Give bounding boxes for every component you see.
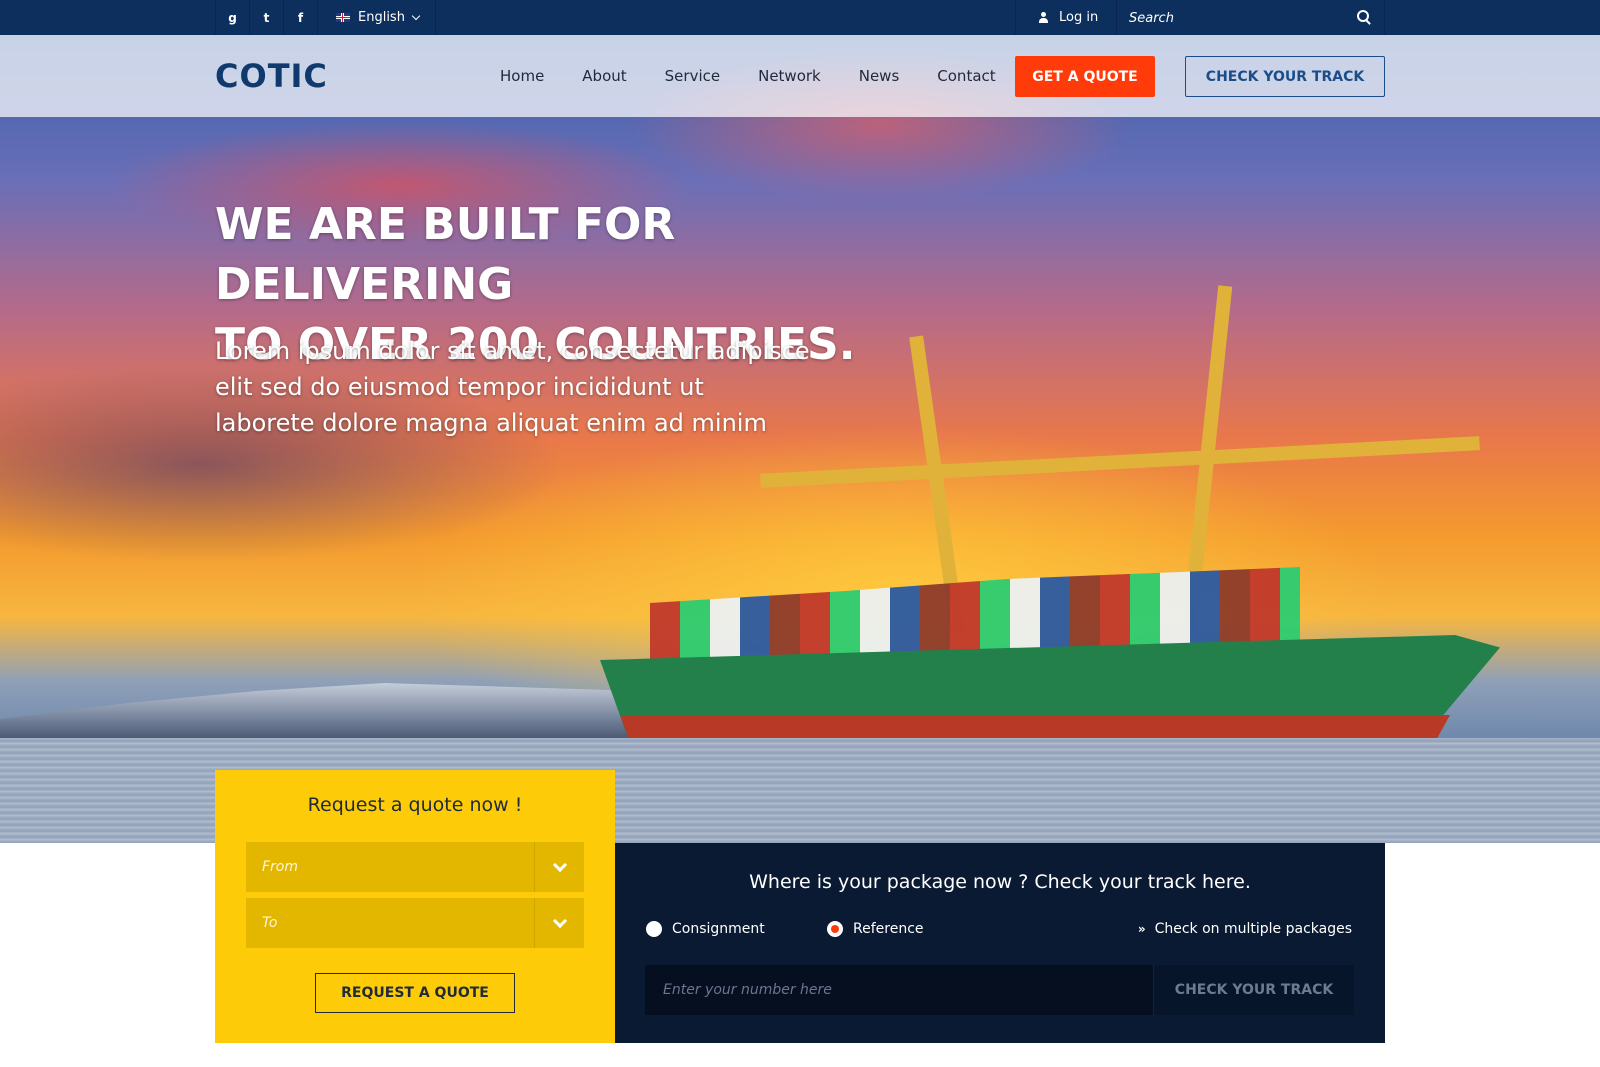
quote-title: Request a quote now ! [307, 794, 523, 816]
get-quote-button[interactable]: GET A QUOTE [1015, 56, 1155, 97]
nav-about[interactable]: About [582, 67, 626, 85]
quote-form: Request a quote now ! From To REQUEST A … [215, 770, 615, 1043]
hero-banner: WE ARE BUILT FOR DELIVERING TO OVER 200 … [0, 35, 1600, 843]
double-chevron-right-icon: » [1137, 922, 1146, 936]
request-quote-button[interactable]: REQUEST A QUOTE [315, 973, 515, 1013]
search-input[interactable] [1129, 8, 1339, 28]
multiple-packages-link[interactable]: » Check on multiple packages [1138, 921, 1352, 937]
nav-network[interactable]: Network [758, 67, 821, 85]
to-select[interactable]: To [246, 898, 584, 948]
track-form: Where is your package now ? Check your t… [615, 843, 1385, 1043]
chevron-down-icon [534, 898, 584, 948]
radio-dot-selected-icon [827, 921, 843, 937]
check-track-submit-button[interactable]: CHECK YOUR TRACK [1153, 965, 1354, 1015]
nav-contact[interactable]: Contact [937, 67, 995, 85]
multiple-packages-label: Check on multiple packages [1154, 921, 1352, 937]
from-placeholder: From [262, 859, 299, 875]
login-label: Log in [1059, 10, 1099, 25]
search-icon[interactable] [1357, 10, 1372, 25]
nav-news[interactable]: News [859, 67, 900, 85]
user-icon [1038, 12, 1049, 23]
social-links: g t f [215, 0, 318, 35]
to-placeholder: To [262, 915, 278, 931]
track-title: Where is your package now ? Check your t… [749, 871, 1251, 893]
hero-text: Lorem ipsum dolor sit amet, consectetur … [215, 333, 815, 441]
language-label: English [358, 10, 405, 25]
twitter-icon[interactable]: t [250, 0, 284, 35]
hero-title-line-1: WE ARE BUILT FOR DELIVERING [215, 199, 676, 310]
check-track-button[interactable]: CHECK YOUR TRACK [1185, 56, 1385, 97]
top-bar: g t f English Log in [0, 0, 1600, 35]
radio-consignment-label: Consignment [672, 921, 765, 937]
nav-home[interactable]: Home [500, 67, 544, 85]
site-header: COTIC Home About Service Network News Co… [0, 35, 1600, 117]
hero-text-line-2: elit sed do eiusmod tempor incididunt ut [215, 373, 704, 401]
search-box [1117, 0, 1385, 35]
login-link[interactable]: Log in [1015, 0, 1117, 35]
tracking-number-input[interactable] [645, 965, 1153, 1015]
logo[interactable]: COTIC [215, 57, 328, 95]
radio-reference-label: Reference [853, 921, 924, 937]
main-nav: Home About Service Network News Contact [500, 35, 1034, 117]
language-selector[interactable]: English [320, 0, 436, 35]
chevron-down-icon [534, 842, 584, 892]
hero-text-line-3: laborete dolore magna aliquat enim ad mi… [215, 409, 767, 437]
google-plus-icon[interactable]: g [216, 0, 250, 35]
uk-flag-icon [336, 13, 350, 22]
facebook-icon[interactable]: f [284, 0, 318, 35]
radio-consignment[interactable]: Consignment [646, 921, 765, 937]
radio-dot-icon [646, 921, 662, 937]
hero-text-line-1: Lorem ipsum dolor sit amet, consectetur … [215, 337, 810, 365]
nav-service[interactable]: Service [665, 67, 720, 85]
radio-reference[interactable]: Reference [827, 921, 924, 937]
chevron-down-icon [411, 11, 421, 21]
from-select[interactable]: From [246, 842, 584, 892]
crane-arm [760, 436, 1480, 488]
